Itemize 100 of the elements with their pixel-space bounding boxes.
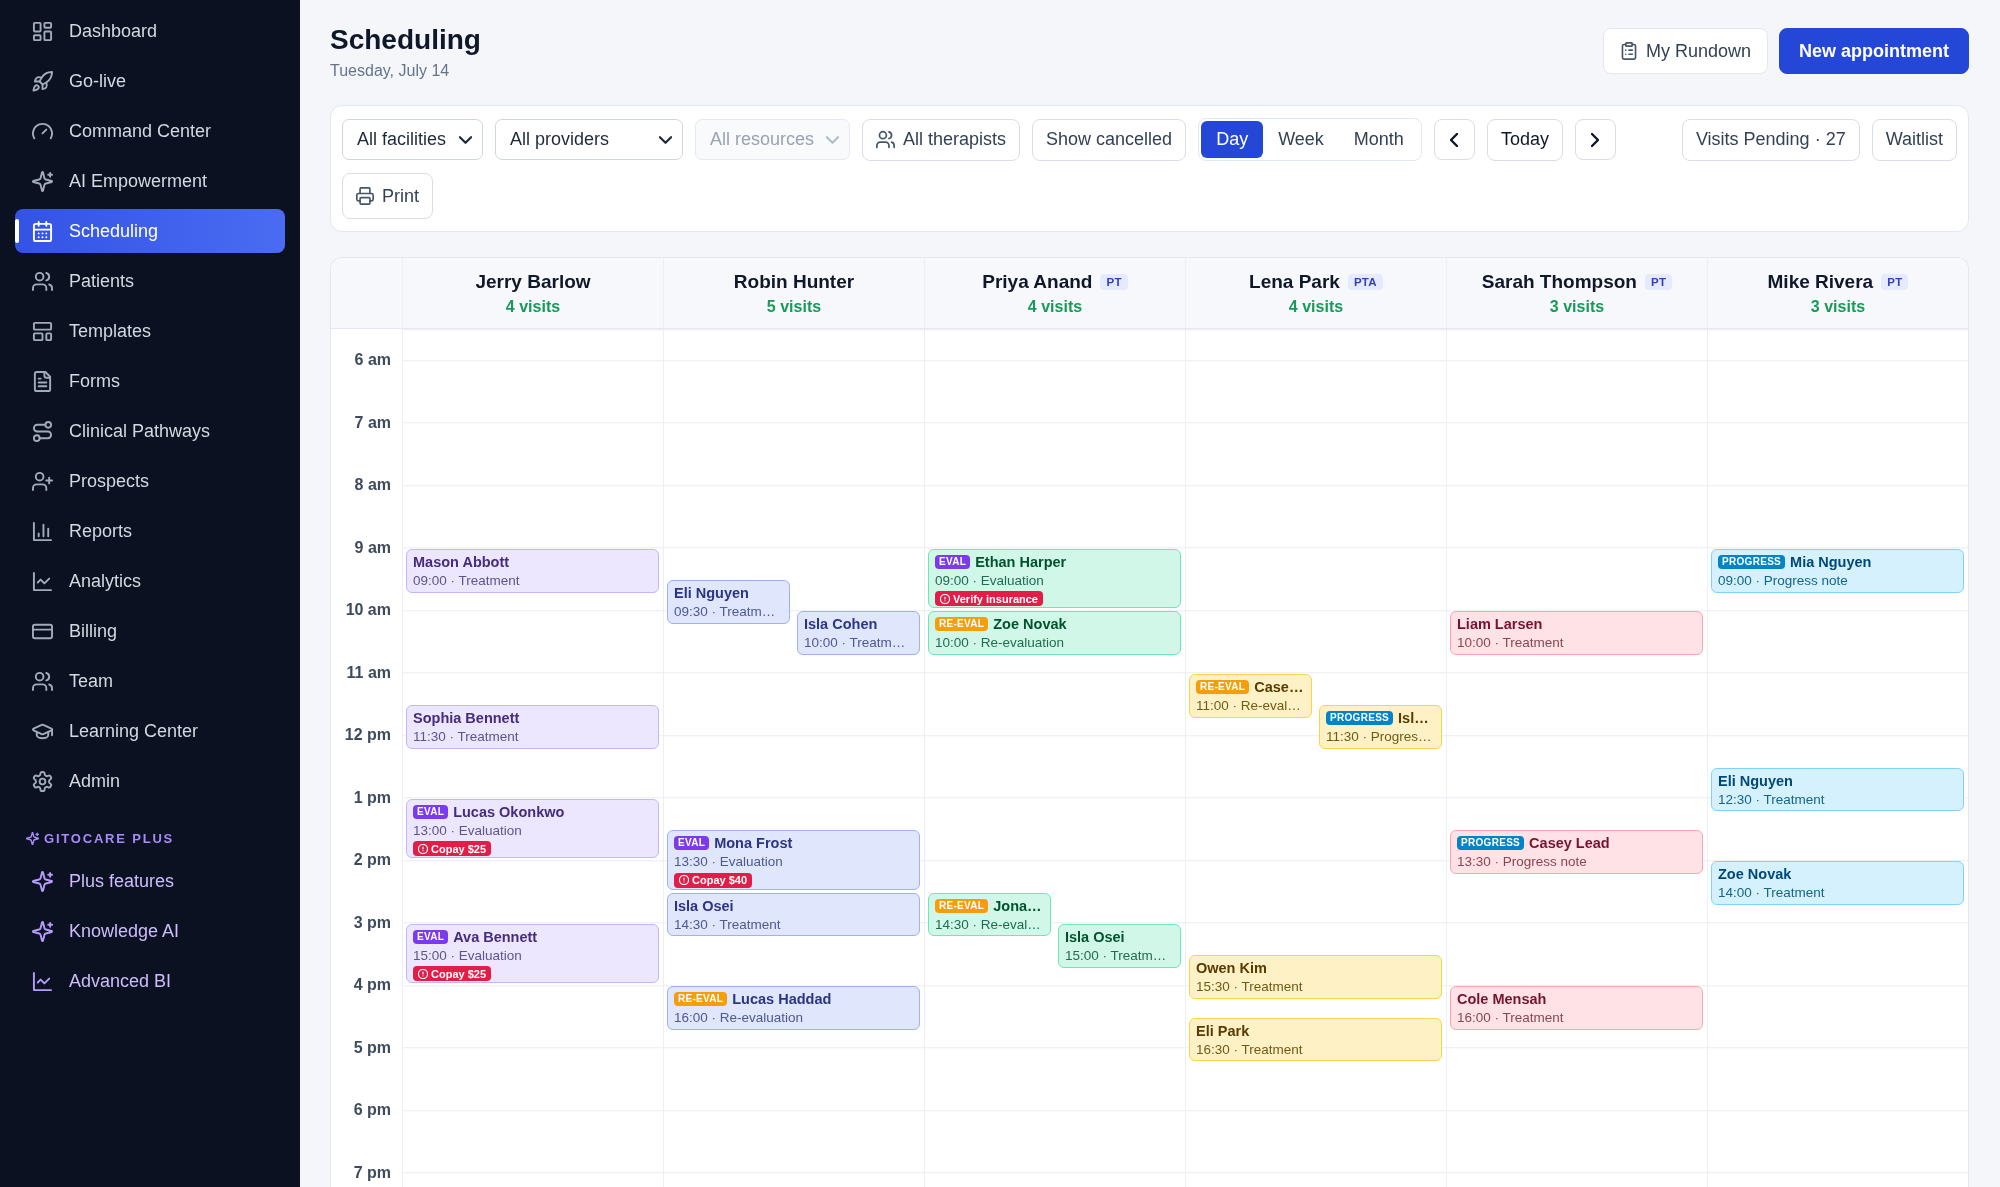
appointment-card[interactable]: RE-EVAL Case… 11:00 · Re-eval… [1189,673,1312,718]
document-icon [32,370,53,392]
nav-item[interactable]: Team [15,659,285,703]
appointment-card[interactable]: EVAL Ava Bennett 15:00 · Evaluation Copay $25 [406,923,659,984]
time-label: 2 pm [353,851,391,870]
patient-name: Lucas Haddad [732,991,832,1008]
nav-item[interactable]: Learning Center [15,709,285,753]
appointment-card[interactable]: Cole Mensah 16:00 · Treatment [1450,986,1703,1031]
rundown-button[interactable]: My Rundown [1602,28,1768,74]
print-button[interactable]: Print [342,173,433,219]
users-icon [876,130,895,149]
visit-count: 5 visits [766,297,822,316]
nav-item[interactable]: Admin [15,759,285,803]
nav-item[interactable]: Go-live [15,59,285,103]
appointment-card[interactable]: RE-EVAL Zoe Novak 10:00 · Re-evaluation [928,611,1181,656]
appointment-card[interactable]: Eli Nguyen 12:30 · Treatment [1711,767,1964,812]
nav-item[interactable]: Patients [15,259,285,303]
nav-item[interactable]: Billing [15,609,285,653]
clipboard-icon [1619,42,1638,60]
view-tab[interactable]: Day [1201,121,1264,158]
appointment-card[interactable]: RE-EVAL Lucas Haddad 16:00 · Re-evaluation [667,986,920,1031]
provider-name: Sarah Thompson [1481,270,1637,293]
appointment-card[interactable]: PROGRESS Casey Lead 13:30 · Progress note [1450,830,1703,874]
appointment-card[interactable]: RE-EVAL Jona… 14:30 · Re-eval… [928,892,1051,937]
appointment-time: 13:30 · Progress note [1457,853,1588,871]
patient-name: Mason Abbott [413,553,510,570]
visit-type-tag: EVAL [413,804,449,819]
page-title: Scheduling [330,23,481,57]
previous-button[interactable] [1433,119,1475,160]
show-cancelled-button[interactable]: Show cancelled [1032,118,1187,161]
view-tab[interactable]: Month [1338,121,1419,158]
gauge-icon [32,120,53,142]
nav-item[interactable]: Forms [15,359,285,403]
appointment-time: 10:00 · Re-evaluation [935,634,1066,653]
sparkles-icon [32,170,53,192]
time-label: 11 am [346,663,391,682]
today-button[interactable]: Today [1486,118,1563,161]
alert-text: Verify insurance [953,592,1038,605]
role-badge: PTA [1347,273,1383,290]
role-badge: PT [1881,273,1909,290]
time-label: 7 pm [353,1163,391,1182]
patient-name: Sophia Bennett [413,710,520,726]
appointment-time: 11:00 · Re-eval… [1196,696,1302,715]
therapists-button[interactable]: All therapists [862,118,1021,161]
filter-dropdown[interactable]: All providers [495,119,683,160]
sparkles-icon [32,870,53,892]
appointment-card[interactable]: Zoe Novak 14:00 · Treatment [1711,861,1964,906]
nav-item[interactable]: Reports [15,509,285,553]
patient-name: Isla Osei [674,897,734,914]
waitlist-button[interactable]: Waitlist [1871,118,1957,161]
nav-item[interactable]: Knowledge AI [15,909,285,953]
sparkle-icon [26,831,39,845]
filter-dropdown[interactable]: All facilities [342,119,483,160]
appointment-card[interactable]: Isla Osei 14:30 · Treatment [667,892,920,937]
nav-item[interactable]: Plus features [15,859,285,903]
appointment-card[interactable]: Eli Park 16:30 · Treatment [1189,1017,1442,1062]
visit-type-tag: RE-EVAL [935,617,989,632]
nav-item[interactable]: Advanced BI [15,959,285,1003]
appointment-card[interactable]: Eli Nguyen 09:30 · Treatm… [667,580,790,624]
alert-text: Copay $25 [431,967,487,980]
next-button[interactable] [1574,119,1616,160]
nav-item[interactable]: Analytics [15,559,285,603]
appointment-card[interactable]: Isla Osei 15:00 · Treatm… [1058,923,1181,968]
appointment-card[interactable]: PROGRESS Isl… 11:30 · Progres… [1319,705,1442,749]
nav-item[interactable]: Dashboard [15,9,285,53]
nav-item[interactable]: Prospects [15,459,285,503]
appointment-time: 10:00 · Treatm… [804,634,907,653]
calendar-icon [32,220,53,242]
appointment-time: 16:00 · Treatment [1457,1009,1565,1028]
patient-name: Isl… [1398,710,1429,726]
appointment-card[interactable]: Mason Abbott 09:00 · Treatment [406,548,659,593]
chevron-down-icon [826,135,839,144]
appointment-card[interactable]: EVAL Ethan Harper 09:00 · Evaluation Verify insurance [928,548,1181,609]
patient-name: Jona… [993,897,1042,914]
appointment-card[interactable]: Sophia Bennett 11:30 · Treatment [406,705,659,749]
appointment-time: 09:00 · Treatment [413,571,521,590]
appointment-card[interactable]: EVAL Lucas Okonkwo 13:00 · Evaluation Copay $25 [406,798,659,859]
appointment-card[interactable]: Liam Larsen 10:00 · Treatment [1450,611,1703,656]
alert-text: Copay $25 [431,842,487,855]
nav-item[interactable]: Scheduling [15,209,285,253]
view-tab[interactable]: Week [1263,121,1339,158]
nav-item[interactable]: AI Empowerment [15,159,285,203]
appointment-card[interactable]: Owen Kim 15:30 · Treatment [1189,955,1442,999]
nav-item[interactable]: Clinical Pathways [15,409,285,453]
provider-name: Priya Anand [982,270,1093,293]
visits-pending-button[interactable]: Visits Pending · 27 [1681,118,1860,161]
new-appointment-button[interactable]: New appointment [1779,28,1969,74]
patient-name: Mona Frost [714,835,793,851]
nav-item[interactable]: Templates [15,309,285,353]
nav-item[interactable]: Command Center [15,109,285,153]
appointment-card[interactable]: Isla Cohen 10:00 · Treatm… [797,611,920,656]
patient-name: Ava Bennett [453,928,538,945]
visit-count: 4 visits [1027,297,1083,316]
appointment-time: 09:00 · Evaluation [935,571,1045,590]
appointment-card[interactable]: PROGRESS Mia Nguyen 09:00 · Progress note [1711,548,1964,593]
appointment-time: 11:30 · Treatment [413,728,520,746]
route-icon [32,420,53,442]
time-label: 10 am [345,601,391,620]
patient-name: Cole Mensah [1457,991,1547,1008]
appointment-card[interactable]: EVAL Mona Frost 13:30 · Evaluation Copay $40 [667,830,920,890]
